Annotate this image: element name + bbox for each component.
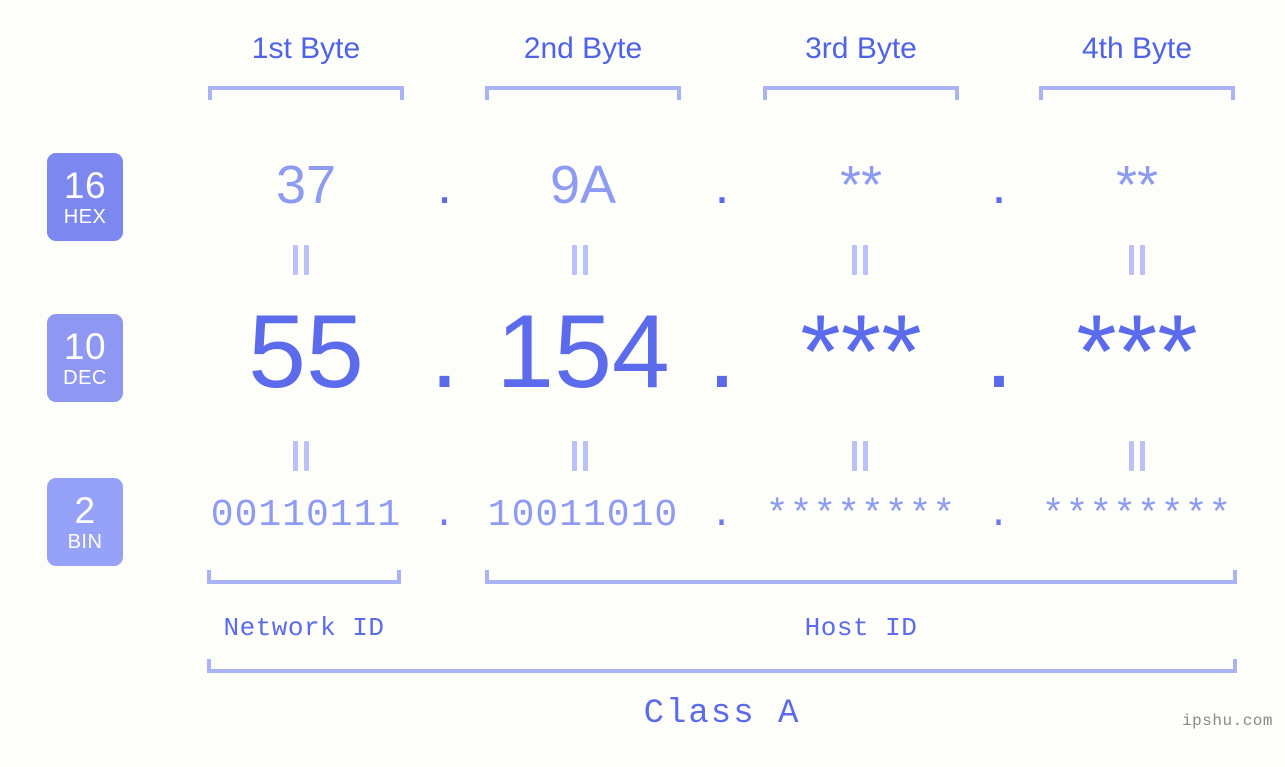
equals-connector-hex-dec-3 <box>851 245 869 275</box>
bin-separator-3: . <box>987 494 1011 537</box>
hex-byte-4: ** <box>1115 155 1159 215</box>
bin-byte-3: ******** <box>765 494 957 537</box>
equals-connector-dec-bin-4 <box>1128 441 1146 471</box>
dec-separator-2: . <box>707 294 737 410</box>
base-badge-dec: 10 DEC <box>47 314 123 402</box>
equals-connector-dec-bin-1 <box>292 441 310 471</box>
ip-address-breakdown-diagram: 1st Byte 2nd Byte 3rd Byte 4th Byte 16 H… <box>0 0 1285 767</box>
byte-bracket-1 <box>208 86 404 100</box>
hex-byte-1: 37 <box>275 155 337 215</box>
dec-separator-1: . <box>430 294 459 410</box>
equals-connector-hex-dec-4 <box>1128 245 1146 275</box>
byte-header-1: 1st Byte <box>251 32 361 65</box>
site-watermark: ipshu.com <box>1182 712 1273 730</box>
hex-separator-2: . <box>714 155 730 215</box>
byte-header-2: 2nd Byte <box>523 32 643 65</box>
equals-connector-dec-bin-2 <box>571 441 589 471</box>
bin-separator-2: . <box>710 494 734 537</box>
base-badge-bin-number: 2 <box>74 490 96 531</box>
network-id-label: Network ID <box>223 613 385 643</box>
base-badge-hex-number: 16 <box>63 165 107 206</box>
base-badge-dec-number: 10 <box>63 326 107 367</box>
host-id-label: Host ID <box>804 613 918 643</box>
class-label: Class A <box>643 695 801 733</box>
base-badge-hex-label: HEX <box>63 206 107 228</box>
base-badge-hex: 16 HEX <box>47 153 123 241</box>
equals-connector-dec-bin-3 <box>851 441 869 471</box>
hex-separator-1: . <box>436 155 452 215</box>
dec-separator-3: . <box>984 294 1014 410</box>
equals-connector-hex-dec-1 <box>292 245 310 275</box>
base-badge-dec-label: DEC <box>63 367 107 389</box>
byte-header-4: 4th Byte <box>1081 32 1193 65</box>
host-id-bracket <box>485 570 1237 584</box>
bin-separator-1: . <box>432 494 457 537</box>
hex-byte-2: 9A <box>549 155 617 215</box>
byte-bracket-2 <box>485 86 681 100</box>
byte-bracket-3 <box>763 86 959 100</box>
bin-byte-4: ******** <box>1041 494 1233 537</box>
network-id-bracket <box>207 570 401 584</box>
equals-connector-hex-dec-2 <box>571 245 589 275</box>
class-bracket <box>207 659 1237 673</box>
hex-byte-3: ** <box>839 155 883 215</box>
dec-byte-3: *** <box>800 294 922 410</box>
bin-byte-2: 10011010 <box>487 494 679 537</box>
byte-header-3: 3rd Byte <box>805 32 917 65</box>
base-badge-bin: 2 BIN <box>47 478 123 566</box>
dec-byte-1: 55 <box>248 294 364 410</box>
bin-byte-1: 00110111 <box>210 494 402 537</box>
byte-bracket-4 <box>1039 86 1235 100</box>
base-badge-bin-label: BIN <box>67 531 103 553</box>
dec-byte-2: 154 <box>496 294 670 410</box>
hex-separator-3: . <box>991 155 1007 215</box>
dec-byte-4: *** <box>1076 294 1198 410</box>
